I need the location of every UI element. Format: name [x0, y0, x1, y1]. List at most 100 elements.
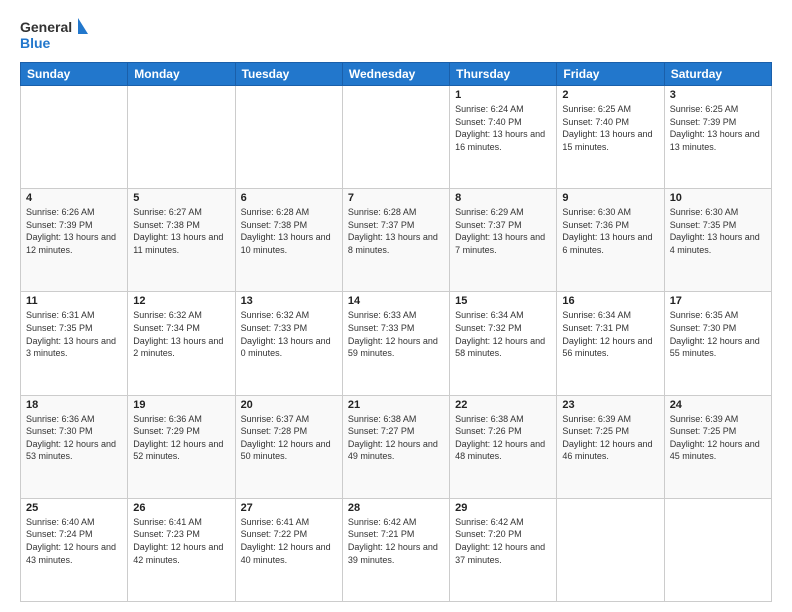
day-cell: 17 Sunrise: 6:35 AM Sunset: 7:30 PM Dayli…	[664, 292, 771, 395]
day-cell: 25 Sunrise: 6:40 AM Sunset: 7:24 PM Dayli…	[21, 498, 128, 601]
day-cell: 6 Sunrise: 6:28 AM Sunset: 7:38 PM Daylig…	[235, 189, 342, 292]
day-number: 1	[455, 89, 551, 101]
day-info: Sunrise: 6:39 AM Sunset: 7:25 PM Dayligh…	[562, 413, 658, 463]
day-info: Sunrise: 6:41 AM Sunset: 7:22 PM Dayligh…	[241, 516, 337, 566]
day-cell: 27 Sunrise: 6:41 AM Sunset: 7:22 PM Dayli…	[235, 498, 342, 601]
day-info: Sunrise: 6:27 AM Sunset: 7:38 PM Dayligh…	[133, 206, 229, 256]
day-cell: 5Sunrise: 6:27 AM Sunset: 7:38 PM Daylig…	[128, 189, 235, 292]
svg-text:General: General	[20, 19, 72, 35]
day-cell: 11Sunrise: 6:31 AM Sunset: 7:35 PM Dayli…	[21, 292, 128, 395]
header: GeneralBlue	[20, 16, 772, 54]
day-number: 2	[562, 89, 658, 101]
day-info: Sunrise: 6:24 AM Sunset: 7:40 PM Dayligh…	[455, 103, 551, 153]
day-number: 16	[562, 295, 658, 307]
day-number: 17	[670, 295, 766, 307]
day-info: Sunrise: 6:36 AM Sunset: 7:30 PM Dayligh…	[26, 413, 122, 463]
day-number: 9	[562, 192, 658, 204]
day-info: Sunrise: 6:28 AM Sunset: 7:37 PM Dayligh…	[348, 206, 444, 256]
day-number: 14	[348, 295, 444, 307]
day-number: 29	[455, 502, 551, 514]
day-cell: 8Sunrise: 6:29 AM Sunset: 7:37 PM Daylig…	[450, 189, 557, 292]
day-number: 27	[241, 502, 337, 514]
day-info: Sunrise: 6:40 AM Sunset: 7:24 PM Dayligh…	[26, 516, 122, 566]
day-number: 20	[241, 399, 337, 411]
day-number: 23	[562, 399, 658, 411]
day-cell: 14 Sunrise: 6:33 AM Sunset: 7:33 PM Dayli…	[342, 292, 449, 395]
logo: GeneralBlue	[20, 16, 90, 54]
day-info: Sunrise: 6:38 AM Sunset: 7:27 PM Dayligh…	[348, 413, 444, 463]
day-info: Sunrise: 6:28 AM Sunset: 7:38 PM Dayligh…	[241, 206, 337, 256]
day-cell	[21, 86, 128, 189]
day-info: Sunrise: 6:26 AM Sunset: 7:39 PM Dayligh…	[26, 206, 122, 256]
day-cell	[235, 86, 342, 189]
weekday-header-row: SundayMondayTuesdayWednesdayThursdayFrid…	[21, 63, 772, 86]
day-cell: 3 Sunrise: 6:25 AM Sunset: 7:39 PM Daylig…	[664, 86, 771, 189]
day-info: Sunrise: 6:37 AM Sunset: 7:28 PM Dayligh…	[241, 413, 337, 463]
day-info: Sunrise: 6:35 AM Sunset: 7:30 PM Dayligh…	[670, 309, 766, 359]
day-cell: 20 Sunrise: 6:37 AM Sunset: 7:28 PM Dayli…	[235, 395, 342, 498]
day-number: 4	[26, 192, 122, 204]
calendar-table: SundayMondayTuesdayWednesdayThursdayFrid…	[20, 62, 772, 602]
day-cell: 13 Sunrise: 6:32 AM Sunset: 7:33 PM Dayli…	[235, 292, 342, 395]
day-number: 26	[133, 502, 229, 514]
day-info: Sunrise: 6:30 AM Sunset: 7:35 PM Dayligh…	[670, 206, 766, 256]
day-cell	[342, 86, 449, 189]
day-number: 19	[133, 399, 229, 411]
day-number: 12	[133, 295, 229, 307]
day-number: 10	[670, 192, 766, 204]
day-number: 18	[26, 399, 122, 411]
day-info: Sunrise: 6:30 AM Sunset: 7:36 PM Dayligh…	[562, 206, 658, 256]
day-number: 11	[26, 295, 122, 307]
day-info: Sunrise: 6:38 AM Sunset: 7:26 PM Dayligh…	[455, 413, 551, 463]
day-cell: 18 Sunrise: 6:36 AM Sunset: 7:30 PM Dayli…	[21, 395, 128, 498]
day-cell: 7 Sunrise: 6:28 AM Sunset: 7:37 PM Daylig…	[342, 189, 449, 292]
day-cell: 22 Sunrise: 6:38 AM Sunset: 7:26 PM Dayli…	[450, 395, 557, 498]
day-info: Sunrise: 6:41 AM Sunset: 7:23 PM Dayligh…	[133, 516, 229, 566]
day-cell: 16 Sunrise: 6:34 AM Sunset: 7:31 PM Dayli…	[557, 292, 664, 395]
day-cell: 26 Sunrise: 6:41 AM Sunset: 7:23 PM Dayli…	[128, 498, 235, 601]
day-cell: 1 Sunrise: 6:24 AM Sunset: 7:40 PM Daylig…	[450, 86, 557, 189]
weekday-tuesday: Tuesday	[235, 63, 342, 86]
day-number: 21	[348, 399, 444, 411]
day-info: Sunrise: 6:32 AM Sunset: 7:33 PM Dayligh…	[241, 309, 337, 359]
weekday-monday: Monday	[128, 63, 235, 86]
day-info: Sunrise: 6:25 AM Sunset: 7:40 PM Dayligh…	[562, 103, 658, 153]
weekday-saturday: Saturday	[664, 63, 771, 86]
day-cell: 29 Sunrise: 6:42 AM Sunset: 7:20 PM Dayli…	[450, 498, 557, 601]
day-number: 7	[348, 192, 444, 204]
week-row-0: 1 Sunrise: 6:24 AM Sunset: 7:40 PM Daylig…	[21, 86, 772, 189]
day-info: Sunrise: 6:39 AM Sunset: 7:25 PM Dayligh…	[670, 413, 766, 463]
week-row-3: 18 Sunrise: 6:36 AM Sunset: 7:30 PM Dayli…	[21, 395, 772, 498]
day-info: Sunrise: 6:25 AM Sunset: 7:39 PM Dayligh…	[670, 103, 766, 153]
day-info: Sunrise: 6:29 AM Sunset: 7:37 PM Dayligh…	[455, 206, 551, 256]
day-cell: 21 Sunrise: 6:38 AM Sunset: 7:27 PM Dayli…	[342, 395, 449, 498]
day-info: Sunrise: 6:34 AM Sunset: 7:31 PM Dayligh…	[562, 309, 658, 359]
week-row-2: 11Sunrise: 6:31 AM Sunset: 7:35 PM Dayli…	[21, 292, 772, 395]
day-number: 24	[670, 399, 766, 411]
weekday-sunday: Sunday	[21, 63, 128, 86]
day-cell: 12Sunrise: 6:32 AM Sunset: 7:34 PM Dayli…	[128, 292, 235, 395]
day-number: 22	[455, 399, 551, 411]
day-cell: 19Sunrise: 6:36 AM Sunset: 7:29 PM Dayli…	[128, 395, 235, 498]
day-cell	[128, 86, 235, 189]
svg-text:Blue: Blue	[20, 35, 51, 51]
day-number: 25	[26, 502, 122, 514]
day-number: 28	[348, 502, 444, 514]
day-info: Sunrise: 6:42 AM Sunset: 7:20 PM Dayligh…	[455, 516, 551, 566]
day-cell: 15Sunrise: 6:34 AM Sunset: 7:32 PM Dayli…	[450, 292, 557, 395]
day-number: 3	[670, 89, 766, 101]
week-row-4: 25 Sunrise: 6:40 AM Sunset: 7:24 PM Dayli…	[21, 498, 772, 601]
day-cell: 9 Sunrise: 6:30 AM Sunset: 7:36 PM Daylig…	[557, 189, 664, 292]
day-number: 13	[241, 295, 337, 307]
day-info: Sunrise: 6:33 AM Sunset: 7:33 PM Dayligh…	[348, 309, 444, 359]
day-number: 6	[241, 192, 337, 204]
day-info: Sunrise: 6:34 AM Sunset: 7:32 PM Dayligh…	[455, 309, 551, 359]
week-row-1: 4 Sunrise: 6:26 AM Sunset: 7:39 PM Daylig…	[21, 189, 772, 292]
logo-svg: GeneralBlue	[20, 16, 90, 54]
day-info: Sunrise: 6:42 AM Sunset: 7:21 PM Dayligh…	[348, 516, 444, 566]
day-cell	[557, 498, 664, 601]
day-cell: 10 Sunrise: 6:30 AM Sunset: 7:35 PM Dayli…	[664, 189, 771, 292]
day-cell: 23 Sunrise: 6:39 AM Sunset: 7:25 PM Dayli…	[557, 395, 664, 498]
day-cell: 24 Sunrise: 6:39 AM Sunset: 7:25 PM Dayli…	[664, 395, 771, 498]
day-cell: 4 Sunrise: 6:26 AM Sunset: 7:39 PM Daylig…	[21, 189, 128, 292]
